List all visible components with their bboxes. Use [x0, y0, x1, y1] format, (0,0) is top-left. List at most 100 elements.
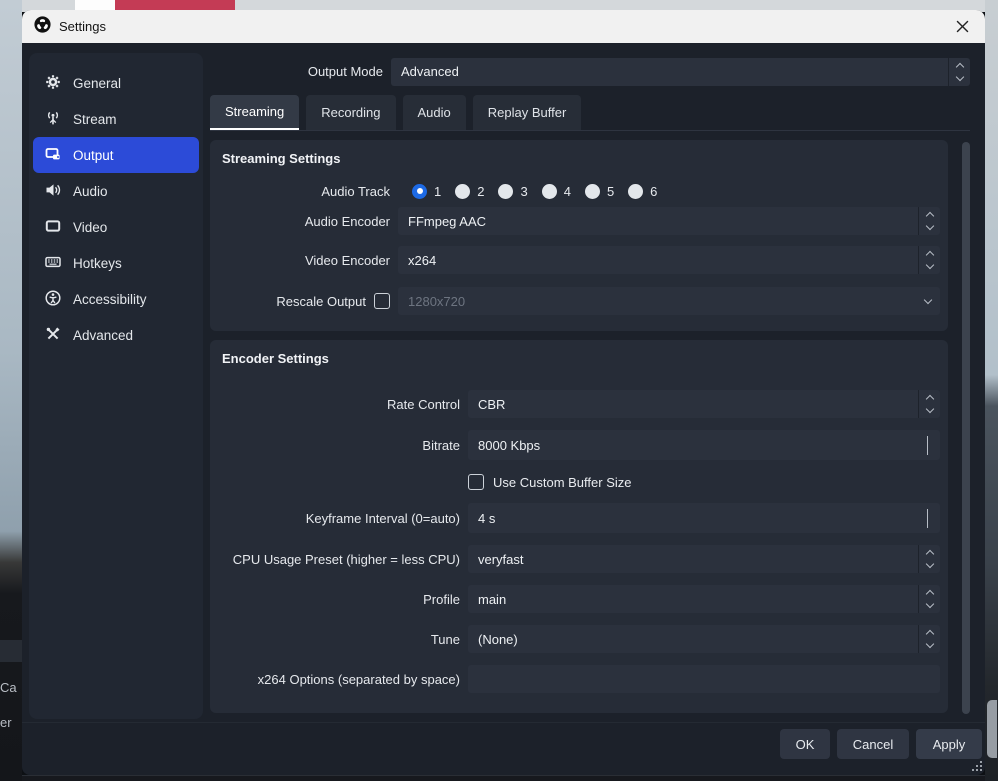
- resize-grip[interactable]: [971, 760, 982, 771]
- sidebar-item-advanced[interactable]: Advanced: [33, 317, 199, 353]
- keyframe-interval-spinbox[interactable]: 4 s: [468, 503, 940, 533]
- sidebar-item-audio[interactable]: Audio: [33, 173, 199, 209]
- rate-control-label: Rate Control: [220, 397, 460, 412]
- sidebar-item-stream[interactable]: Stream: [33, 101, 199, 137]
- audio-encoder-value: FFmpeg AAC: [408, 214, 486, 229]
- bitrate-label: Bitrate: [220, 438, 460, 453]
- sidebar-item-label: Advanced: [73, 328, 133, 343]
- apply-button[interactable]: Apply: [916, 729, 982, 759]
- audio-track-radio-5[interactable]: [585, 184, 600, 199]
- background-text-fragment: er: [0, 715, 12, 730]
- sidebar: General Stream Output Audio Video Hotkey…: [29, 53, 203, 719]
- obs-logo-icon: [34, 16, 51, 38]
- rescale-output-checkbox[interactable]: [374, 293, 390, 309]
- background-right-strip: [985, 0, 998, 781]
- audio-track-label: Audio Track: [220, 184, 390, 199]
- window-title: Settings: [59, 19, 106, 34]
- profile-select[interactable]: main: [468, 585, 940, 613]
- tab-audio[interactable]: Audio: [403, 95, 466, 130]
- group-title: Encoder Settings: [222, 351, 329, 366]
- background-band: [0, 640, 22, 662]
- audio-track-radio-2[interactable]: [455, 184, 470, 199]
- output-mode-value: Advanced: [401, 64, 459, 79]
- bitrate-value: 8000 Kbps: [478, 438, 540, 453]
- sidebar-item-accessibility[interactable]: Accessibility: [33, 281, 199, 317]
- output-tab-bar: Streaming Recording Audio Replay Buffer: [210, 94, 970, 131]
- audio-track-radio-4[interactable]: [542, 184, 557, 199]
- content-scrollbar[interactable]: [962, 142, 970, 714]
- profile-value: main: [478, 592, 506, 607]
- gear-icon: [45, 74, 61, 93]
- sidebar-item-video[interactable]: Video: [33, 209, 199, 245]
- chevron-down-icon[interactable]: [916, 287, 940, 315]
- output-mode-select[interactable]: Advanced: [391, 58, 970, 86]
- chevron-up-down-icon[interactable]: [918, 246, 940, 274]
- chevron-up-down-icon[interactable]: [918, 625, 940, 653]
- radio-label: 4: [564, 184, 571, 199]
- keyframe-interval-row: Keyframe Interval (0=auto) 4 s: [220, 503, 940, 533]
- cpu-usage-preset-value: veryfast: [478, 552, 524, 567]
- chevron-up-down-icon[interactable]: [918, 207, 940, 235]
- audio-track-radio-6[interactable]: [628, 184, 643, 199]
- cancel-button[interactable]: Cancel: [837, 729, 909, 759]
- chevron-up-down-icon[interactable]: [948, 58, 970, 86]
- tune-row: Tune (None): [220, 625, 940, 653]
- audio-track-radio-3[interactable]: [498, 184, 513, 199]
- rate-control-value: CBR: [478, 397, 505, 412]
- rescale-output-combo[interactable]: 1280x720: [398, 287, 940, 315]
- background-left-strip: Ca er: [0, 0, 22, 781]
- rescale-output-label: Rescale Output: [276, 294, 366, 309]
- x264-options-row: x264 Options (separated by space): [220, 665, 940, 693]
- tab-label: Recording: [321, 105, 380, 120]
- sidebar-item-hotkeys[interactable]: Hotkeys: [33, 245, 199, 281]
- settings-dialog: Settings General Stream Output Audio: [22, 10, 985, 775]
- sidebar-item-label: Video: [73, 220, 107, 235]
- bitrate-row: Bitrate 8000 Kbps: [220, 430, 940, 460]
- tune-select[interactable]: (None): [468, 625, 940, 653]
- background-text-fragment: Ca: [0, 680, 17, 695]
- x264-options-input[interactable]: [468, 665, 940, 693]
- close-button[interactable]: [947, 13, 977, 40]
- video-encoder-select[interactable]: x264: [398, 246, 940, 274]
- cpu-usage-preset-label: CPU Usage Preset (higher = less CPU): [220, 552, 460, 567]
- tab-streaming[interactable]: Streaming: [210, 95, 299, 130]
- video-encoder-label: Video Encoder: [220, 253, 390, 268]
- keyframe-interval-value: 4 s: [478, 511, 495, 526]
- audio-encoder-label: Audio Encoder: [220, 214, 390, 229]
- video-encoder-row: Video Encoder x264: [220, 246, 940, 274]
- video-encoder-value: x264: [408, 253, 436, 268]
- ok-button[interactable]: OK: [780, 729, 830, 759]
- sidebar-item-label: Hotkeys: [73, 256, 122, 271]
- group-title: Streaming Settings: [222, 151, 340, 166]
- tab-label: Streaming: [225, 104, 284, 119]
- rescale-output-value: 1280x720: [408, 294, 465, 309]
- keyframe-interval-label: Keyframe Interval (0=auto): [220, 511, 460, 526]
- spin-down-icon[interactable]: [927, 512, 928, 527]
- encoder-settings-group: Encoder Settings Rate Control CBR Bitrat…: [210, 340, 948, 713]
- sidebar-item-output[interactable]: Output: [33, 137, 199, 173]
- cpu-usage-preset-select[interactable]: veryfast: [468, 545, 940, 573]
- custom-buffer-label: Use Custom Buffer Size: [493, 475, 631, 490]
- audio-track-row: Audio Track 1 2 3 4 5 6: [220, 180, 940, 202]
- background-bottom-strip: [22, 775, 985, 781]
- cpu-usage-preset-row: CPU Usage Preset (higher = less CPU) ver…: [220, 545, 940, 573]
- chevron-up-down-icon[interactable]: [918, 390, 940, 418]
- footer-divider: [22, 722, 985, 723]
- chevron-up-down-icon[interactable]: [918, 545, 940, 573]
- audio-encoder-select[interactable]: FFmpeg AAC: [398, 207, 940, 235]
- tab-label: Audio: [418, 105, 451, 120]
- custom-buffer-checkbox[interactable]: [468, 474, 484, 490]
- rate-control-row: Rate Control CBR: [220, 390, 940, 418]
- audio-track-radio-1[interactable]: [412, 184, 427, 199]
- bitrate-spinbox[interactable]: 8000 Kbps: [468, 430, 940, 460]
- output-mode-label: Output Mode: [210, 64, 383, 79]
- tab-recording[interactable]: Recording: [306, 95, 395, 130]
- rate-control-select[interactable]: CBR: [468, 390, 940, 418]
- spin-down-icon[interactable]: [927, 439, 928, 454]
- chevron-up-down-icon[interactable]: [918, 585, 940, 613]
- tab-replay-buffer[interactable]: Replay Buffer: [473, 95, 582, 130]
- radio-label: 3: [520, 184, 527, 199]
- output-icon: [45, 146, 61, 165]
- sidebar-item-general[interactable]: General: [33, 65, 199, 101]
- profile-row: Profile main: [220, 585, 940, 613]
